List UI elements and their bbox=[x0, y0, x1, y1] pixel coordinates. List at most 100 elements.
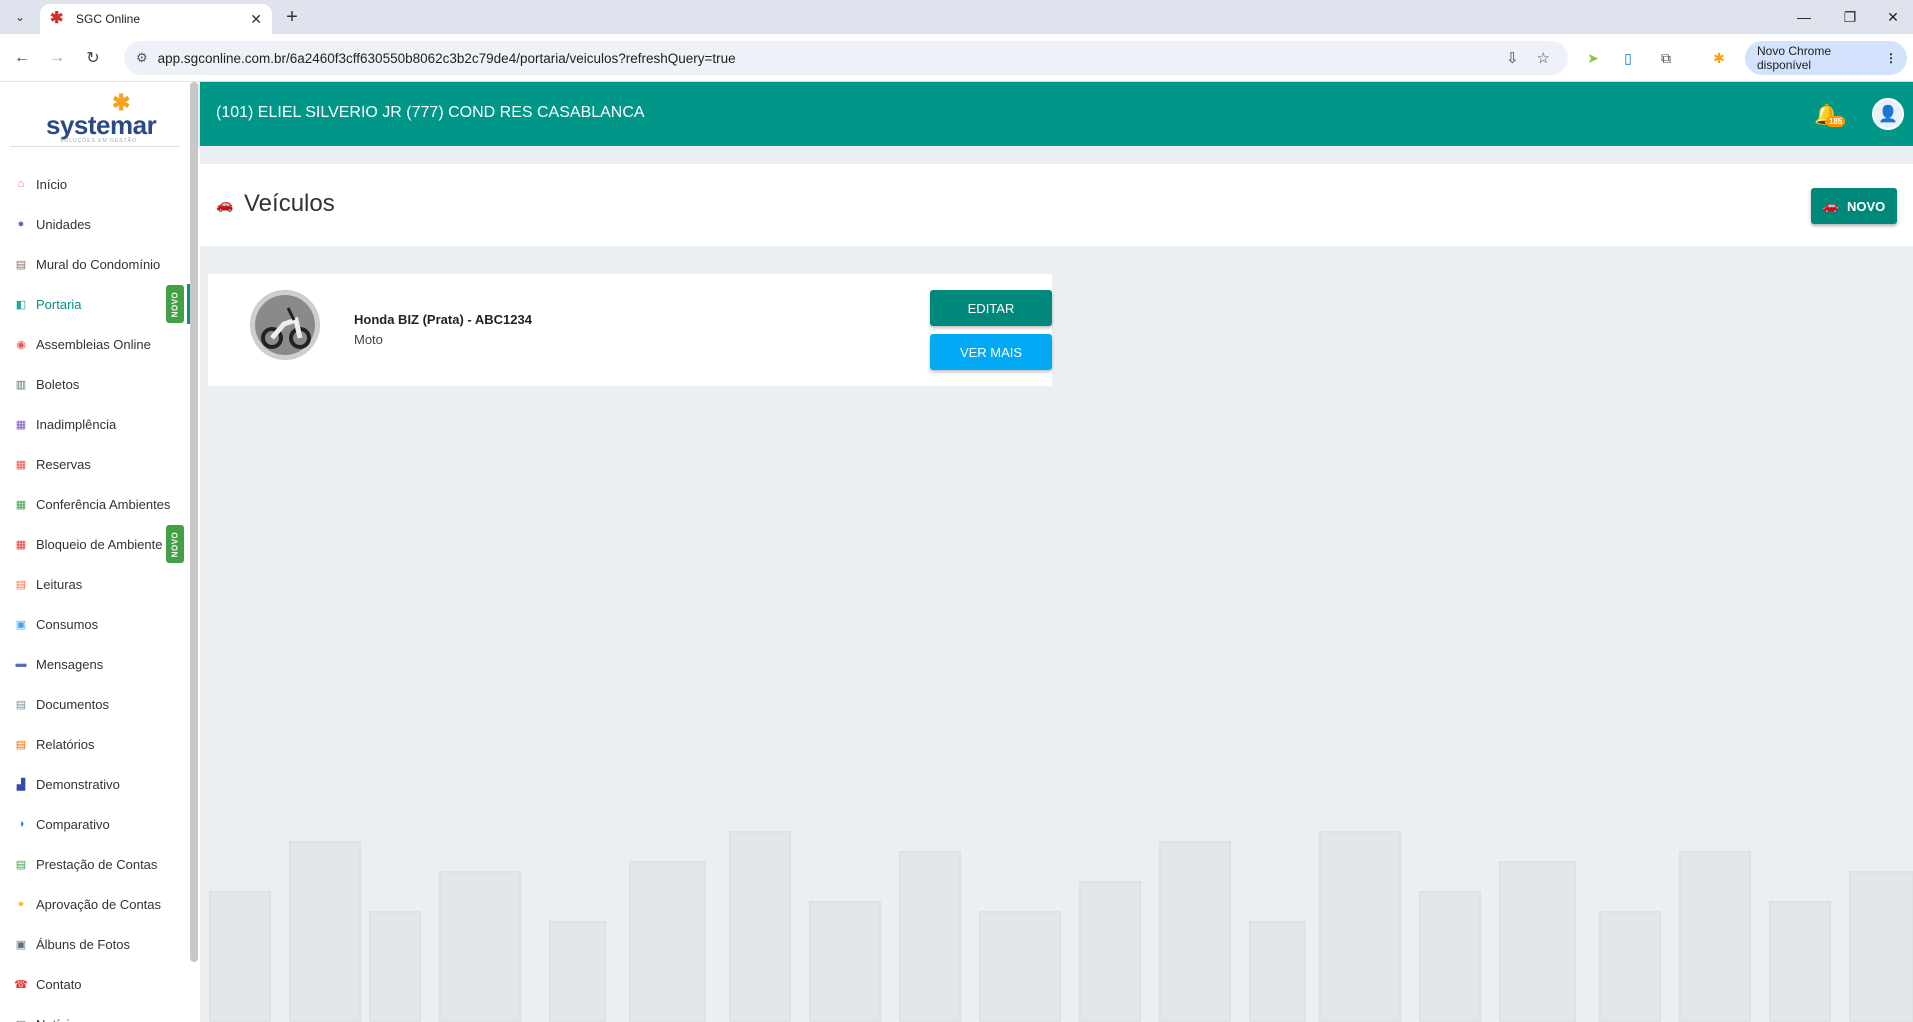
door-icon: ◧ bbox=[15, 298, 27, 311]
tab-title: SGC Online bbox=[76, 12, 141, 26]
back-button[interactable]: ← bbox=[10, 46, 34, 70]
minimize-button[interactable]: — bbox=[1781, 0, 1827, 34]
app-header: (101) ELIEL SILVERIO JR (777) COND RES C… bbox=[200, 82, 1913, 146]
sidebar-item-inicio[interactable]: ⌂ Início bbox=[0, 164, 190, 204]
extension-leaf-icon[interactable]: ➤ bbox=[1583, 48, 1603, 68]
browser-tab[interactable]: ✱ SGC Online ✕ bbox=[40, 4, 272, 34]
sidebar-item-aprovacao-de-contas[interactable]: ● Aprovação de Contas bbox=[0, 884, 190, 924]
sidebar-item-unidades[interactable]: ● Unidades bbox=[0, 204, 190, 244]
sidebar-item-contato[interactable]: ☎ Contato bbox=[0, 964, 190, 1004]
sidebar-item-reservas[interactable]: ▦ Reservas bbox=[0, 444, 190, 484]
calendar-block-icon: ▦ bbox=[15, 538, 27, 551]
systemar-logo[interactable]: ✱ systemar SOLUÇÕES EM GESTÃO bbox=[44, 90, 157, 144]
chrome-update-button[interactable]: Novo Chrome disponível ⋮ bbox=[1745, 41, 1907, 75]
bookmark-star-icon[interactable]: ☆ bbox=[1537, 49, 1550, 67]
sidebar-item-label: Demonstrativo bbox=[36, 776, 120, 792]
window-close-button[interactable]: ✕ bbox=[1873, 0, 1913, 34]
sidebar-item-mural-do-condominio[interactable]: ▤ Mural do Condomínio bbox=[0, 244, 190, 284]
consumption-icon: ▣ bbox=[15, 618, 27, 631]
sidebar-item-bloqueio-de-ambiente[interactable]: ▦ Bloqueio de Ambiente NOVO bbox=[0, 524, 190, 564]
install-app-icon[interactable]: ⇩ bbox=[1506, 49, 1519, 67]
view-more-button[interactable]: VER MAIS bbox=[930, 334, 1052, 370]
barcode-icon: ▥ bbox=[15, 378, 27, 391]
news-icon: ▤ bbox=[12, 1015, 30, 1022]
approval-icon: ● bbox=[17, 898, 25, 910]
sidebar-item-label: Álbuns de Fotos bbox=[36, 936, 130, 952]
sidebar-item-label: Contato bbox=[36, 976, 82, 992]
new-vehicle-button[interactable]: 🚗 NOVO bbox=[1811, 188, 1897, 224]
sidebar-item-leituras[interactable]: ▤ Leituras bbox=[0, 564, 190, 604]
sidebar-item-label: Boletos bbox=[36, 376, 80, 392]
sidebar-item-documentos[interactable]: ▤ Documentos bbox=[0, 684, 190, 724]
unit-condo-title: (101) ELIEL SILVERIO JR (777) COND RES C… bbox=[216, 104, 645, 121]
sidebar-item-comparativo[interactable]: ◑ Comparativo bbox=[0, 804, 190, 844]
kebab-menu-icon[interactable]: ⋮ bbox=[1885, 51, 1897, 65]
site-info-icon[interactable]: ⚙ bbox=[136, 50, 148, 66]
sidebar-item-consumos[interactable]: ▣ Consumos bbox=[0, 604, 190, 644]
vehicle-card: Honda BIZ (Prata) - ABC1234 Moto EDITAR … bbox=[208, 274, 1052, 386]
sidebar-item-albuns-de-fotos[interactable]: ▣ Álbuns de Fotos bbox=[0, 924, 190, 964]
logo-divider bbox=[10, 146, 180, 147]
sidebar-item-inadimplencia[interactable]: ▦ Inadimplência bbox=[0, 404, 190, 444]
main-content: 🚗 Veículos 🚗 NOVO Honda BIZ (Prata) - AB… bbox=[200, 146, 1913, 1022]
extension-clipboard-icon[interactable]: ▯ bbox=[1618, 48, 1638, 68]
sidebar-item-label: Mural do Condomínio bbox=[36, 256, 161, 272]
sidebar-item-portaria[interactable]: ◧ Portaria NOVO bbox=[0, 284, 190, 324]
url-text: app.sgconline.com.br/6a2460f3cff630550b8… bbox=[157, 50, 736, 66]
messages-icon: ▬ bbox=[15, 658, 27, 670]
sidebar-item-label: Comparativo bbox=[36, 816, 110, 832]
compare-icon: ◑ bbox=[17, 818, 25, 830]
accounts-icon: ▤ bbox=[15, 858, 27, 871]
sidebar-item-label: Unidades bbox=[36, 216, 91, 232]
board-icon: ▤ bbox=[15, 258, 27, 271]
reports-icon: ▤ bbox=[15, 738, 27, 751]
update-label: Novo Chrome disponível bbox=[1757, 44, 1832, 72]
new-tab-button[interactable]: + bbox=[280, 5, 304, 29]
sidebar-item-mensagens[interactable]: ▬ Mensagens bbox=[0, 644, 190, 684]
tab-search-button[interactable]: ⌄ bbox=[8, 5, 32, 29]
sidebar-item-label: Início bbox=[36, 176, 68, 192]
photo-album-icon: ▣ bbox=[15, 938, 27, 951]
user-avatar[interactable]: 👤 bbox=[1872, 98, 1904, 130]
reload-button[interactable]: ↻ bbox=[81, 46, 105, 70]
sidebar-item-label: Bloqueio de Ambiente bbox=[36, 536, 163, 552]
calendar-icon: ▦ bbox=[15, 458, 27, 471]
sidebar-item-label: Prestação de Contas bbox=[36, 856, 158, 872]
notifications-button[interactable]: 🔔 185 bbox=[1814, 102, 1846, 132]
sidebar-item-label: Conferência Ambientes bbox=[36, 496, 171, 512]
sidebar-item-noticias[interactable]: ▤ Notícias bbox=[0, 1004, 190, 1022]
sidebar-item-label: Aprovação de Contas bbox=[36, 896, 162, 912]
reading-icon: ▤ bbox=[15, 578, 27, 591]
tab-close-icon[interactable]: ✕ bbox=[250, 11, 262, 28]
sidebar: ✱ systemar SOLUÇÕES EM GESTÃO ⌂ Início ● Un… bbox=[0, 82, 200, 1022]
forward-button[interactable]: → bbox=[45, 46, 69, 70]
calendar-check-icon: ▦ bbox=[15, 498, 27, 511]
sidebar-item-label: Inadimplência bbox=[36, 416, 117, 432]
new-button-label: NOVO bbox=[1846, 198, 1886, 214]
restore-button[interactable]: ❐ bbox=[1827, 0, 1873, 34]
sidebar-item-assembleias-online[interactable]: ◉ Assembleias Online bbox=[0, 324, 190, 364]
sidebar-item-demonstrativo[interactable]: ▟ Demonstrativo bbox=[0, 764, 190, 804]
address-bar[interactable]: ⚙ app.sgconline.com.br/6a2460f3cff630550… bbox=[124, 41, 1568, 75]
extension-sgc-icon[interactable]: ✱ bbox=[1709, 48, 1729, 68]
skyline-background bbox=[209, 831, 1913, 1022]
page-header: 🚗 Veículos 🚗 NOVO bbox=[200, 164, 1913, 246]
notification-count-badge: 185 bbox=[1826, 116, 1846, 127]
person-icon: ● bbox=[17, 218, 25, 230]
sidebar-item-relatorios[interactable]: ▤ Relatórios bbox=[0, 724, 190, 764]
sidebar-item-label: Leituras bbox=[36, 576, 83, 592]
extensions-puzzle-icon[interactable]: ⧉ bbox=[1656, 48, 1676, 68]
edit-button[interactable]: EDITAR bbox=[930, 290, 1052, 326]
sidebar-item-prestacao-de-contas[interactable]: ▤ Prestação de Contas bbox=[0, 844, 190, 884]
browser-toolbar: ← → ↻ ⚙ app.sgconline.com.br/6a2460f3cff… bbox=[0, 34, 1913, 82]
sidebar-item-boletos[interactable]: ▥ Boletos bbox=[0, 364, 190, 404]
sidebar-item-label: Portaria bbox=[36, 296, 82, 312]
sidebar-item-label: Documentos bbox=[36, 696, 109, 712]
car-icon: 🚗 bbox=[1822, 198, 1839, 213]
sidebar-item-label: Reservas bbox=[36, 456, 91, 472]
sidebar-item-conferencia-ambientes[interactable]: ▦ Conferência Ambientes bbox=[0, 484, 190, 524]
sidebar-scrollbar[interactable] bbox=[190, 82, 198, 962]
home-icon: ⌂ bbox=[17, 178, 25, 190]
novo-badge: NOVO bbox=[166, 525, 184, 563]
sgc-favicon-icon: ✱ bbox=[50, 10, 64, 27]
